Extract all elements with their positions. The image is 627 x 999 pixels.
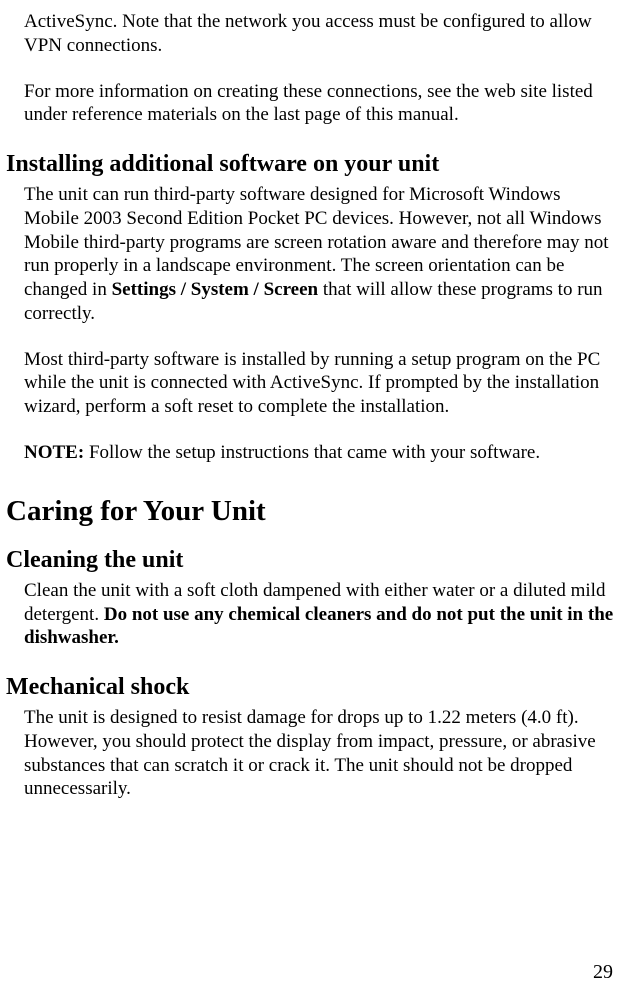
intro-paragraph-1: ActiveSync. Note that the network you ac… [24, 10, 615, 58]
heading-caring-for-unit: Caring for Your Unit [6, 493, 621, 529]
installing-paragraph-2: Most third-party software is installed b… [24, 348, 615, 419]
installing-paragraph-1: The unit can run third-party software de… [24, 183, 615, 326]
note-label: NOTE: [24, 442, 84, 463]
heading-installing-software: Installing additional software on your u… [6, 149, 621, 179]
installing-note: NOTE: Follow the setup instructions that… [24, 441, 615, 465]
installing-p1-bold: Settings / System / Screen [112, 279, 319, 300]
cleaning-bold: Do not use any chemical cleaners and do … [24, 604, 613, 649]
heading-cleaning-unit: Cleaning the unit [6, 545, 621, 575]
note-text: Follow the setup instructions that came … [84, 442, 540, 463]
heading-mechanical-shock: Mechanical shock [6, 672, 621, 702]
mechanical-shock-paragraph: The unit is designed to resist damage fo… [24, 706, 615, 801]
cleaning-paragraph: Clean the unit with a soft cloth dampene… [24, 579, 615, 650]
page-number: 29 [593, 960, 613, 985]
intro-paragraph-2: For more information on creating these c… [24, 80, 615, 128]
